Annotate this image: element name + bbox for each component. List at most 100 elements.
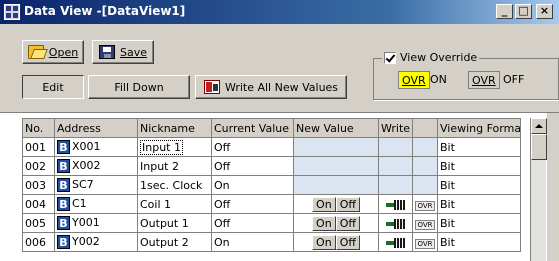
address-value: X001 xyxy=(72,140,101,153)
set-off-button[interactable]: Off xyxy=(335,196,360,212)
set-on-button[interactable]: On xyxy=(312,196,336,212)
write-cell[interactable] xyxy=(378,213,413,233)
address-value: Y001 xyxy=(72,216,100,229)
column-header-write[interactable]: Write xyxy=(378,118,413,138)
open-button[interactable]: Open xyxy=(22,40,84,64)
address-cell[interactable]: B C1 xyxy=(54,194,138,214)
write-cell[interactable] xyxy=(378,194,413,214)
save-button[interactable]: Save xyxy=(92,40,154,64)
address-value: X002 xyxy=(72,159,101,172)
address-cell[interactable]: B Y002 xyxy=(54,232,138,252)
write-value-icon[interactable] xyxy=(385,199,406,210)
viewing-format-cell[interactable]: Bit xyxy=(437,175,521,195)
column-header-current-value[interactable]: Current Value xyxy=(211,118,294,138)
current-value-cell: On xyxy=(211,232,294,252)
set-on-button[interactable]: On xyxy=(312,215,336,231)
new-value-cell: On Off xyxy=(293,213,379,233)
fill-down-button[interactable]: Fill Down xyxy=(88,75,190,99)
row-number: 006 xyxy=(22,232,55,252)
viewing-format-cell[interactable]: Bit xyxy=(437,194,521,214)
override-cell xyxy=(412,156,438,176)
bit-type-icon: B xyxy=(57,216,70,230)
write-cell xyxy=(378,137,413,157)
data-grid: No. Address Nickname Current Value New V… xyxy=(22,118,521,261)
column-header-address[interactable]: Address xyxy=(54,118,138,138)
edit-button-label: Edit xyxy=(42,80,64,94)
edit-button[interactable]: Edit xyxy=(22,75,84,99)
override-toggle[interactable]: OVR xyxy=(415,200,435,211)
nickname-cell[interactable]: Input 1 xyxy=(137,137,212,157)
checkbox-checked-icon[interactable] xyxy=(384,51,396,64)
ovr-off-label: OFF xyxy=(503,73,525,86)
window-right-edge xyxy=(547,113,559,261)
new-value-cell: On Off xyxy=(293,232,379,252)
ovr-off-badge-text: OVR xyxy=(472,73,496,87)
viewing-format-cell[interactable]: Bit xyxy=(437,213,521,233)
override-toggle[interactable]: OVR xyxy=(415,238,435,249)
override-cell[interactable]: OVR xyxy=(412,213,438,233)
close-button[interactable]: × xyxy=(536,4,553,19)
view-override-group: View Override OVR ON OVR OFF xyxy=(373,51,559,100)
row-number: 001 xyxy=(22,137,55,157)
bit-type-icon: B xyxy=(57,140,70,154)
address-cell[interactable]: B SC7 xyxy=(54,175,138,195)
row-number: 005 xyxy=(22,213,55,233)
table-row[interactable]: 002 B X002 Input 2 Off Bit xyxy=(22,156,521,176)
nickname-cell[interactable]: Output 1 xyxy=(137,213,212,233)
scroll-thumb[interactable] xyxy=(531,134,547,160)
column-header-nickname[interactable]: Nickname xyxy=(137,118,212,138)
address-cell[interactable]: B Y001 xyxy=(54,213,138,233)
address-cell[interactable]: B X001 xyxy=(54,137,138,157)
column-header-new-value[interactable]: New Value xyxy=(293,118,379,138)
override-toggle[interactable]: OVR xyxy=(415,219,435,230)
nickname-cell[interactable]: Input 2 xyxy=(137,156,212,176)
app-icon xyxy=(4,4,20,20)
new-value-cell xyxy=(293,137,379,157)
ovr-on-badge: OVR xyxy=(398,71,430,89)
column-header-viewing-format[interactable]: Viewing Format xyxy=(437,118,521,138)
column-header-override[interactable] xyxy=(412,118,438,138)
table-row[interactable]: 006 B Y002 Output 2 On On Off OVR Bit xyxy=(22,232,521,252)
column-header-no[interactable]: No. xyxy=(22,118,55,138)
nickname-cell[interactable]: Output 2 xyxy=(137,232,212,252)
floppy-disk-icon xyxy=(98,45,115,59)
folder-open-icon xyxy=(27,45,44,59)
write-value-icon[interactable] xyxy=(385,237,406,248)
override-cell[interactable]: OVR xyxy=(412,232,438,252)
new-value-cell: On Off xyxy=(293,194,379,214)
maximize-button[interactable]: □ xyxy=(515,4,532,19)
nickname-cell[interactable]: 1sec. Clock xyxy=(137,175,212,195)
table-row[interactable]: 003 B SC7 1sec. Clock On Bit xyxy=(22,175,521,195)
vertical-scrollbar[interactable] xyxy=(530,118,547,261)
set-on-button[interactable]: On xyxy=(312,234,336,250)
bit-type-icon: B xyxy=(57,197,70,211)
table-row[interactable]: 001 B X001 Input 1 Off Bit xyxy=(22,137,521,157)
address-value: SC7 xyxy=(72,178,94,191)
ovr-on-label: ON xyxy=(430,73,447,86)
set-off-button[interactable]: Off xyxy=(335,234,360,250)
new-value-cell xyxy=(293,175,379,195)
minimize-button[interactable]: _ xyxy=(496,4,513,19)
window-title: Data View -[DataView1] xyxy=(24,4,186,18)
row-number: 002 xyxy=(22,156,55,176)
nickname-cell[interactable]: Coil 1 xyxy=(137,194,212,214)
ovr-on-badge-text: OVR xyxy=(402,73,426,87)
bit-type-icon: B xyxy=(57,178,70,192)
viewing-format-cell[interactable]: Bit xyxy=(437,232,521,252)
viewing-format-cell[interactable]: Bit xyxy=(437,156,521,176)
override-cell[interactable]: OVR xyxy=(412,194,438,214)
set-off-button[interactable]: Off xyxy=(335,215,360,231)
table-row[interactable]: 005 B Y001 Output 1 Off On Off OVR Bit xyxy=(22,213,521,233)
view-override-checkbox[interactable]: View Override xyxy=(382,51,480,64)
table-row[interactable]: 004 B C1 Coil 1 Off On Off OVR Bit xyxy=(22,194,521,214)
scroll-up-arrow-icon[interactable] xyxy=(531,118,547,134)
nickname-value: Input 1 xyxy=(140,139,183,155)
row-number: 003 xyxy=(22,175,55,195)
write-all-new-values-button[interactable]: Write All New Values xyxy=(195,75,347,99)
write-cell[interactable] xyxy=(378,232,413,252)
write-value-icon[interactable] xyxy=(385,218,406,229)
address-cell[interactable]: B X002 xyxy=(54,156,138,176)
viewing-format-cell[interactable]: Bit xyxy=(437,137,521,157)
current-value-cell: Off xyxy=(211,156,294,176)
current-value-cell: Off xyxy=(211,194,294,214)
